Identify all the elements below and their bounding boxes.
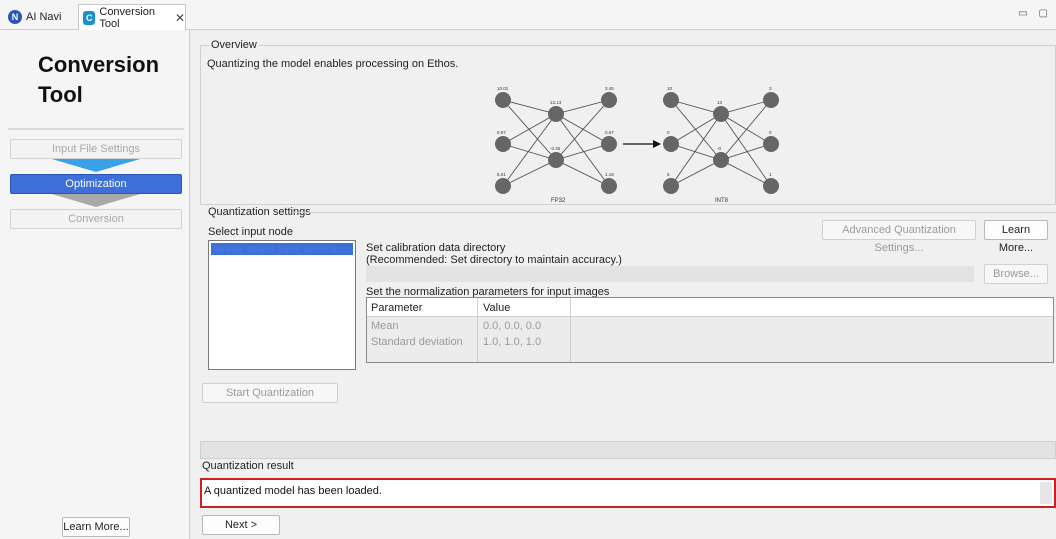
int8-value: 0 xyxy=(769,130,772,135)
step-arrow-icon xyxy=(52,194,140,207)
fp32-network-nodes xyxy=(495,92,617,194)
calibration-directory-input[interactable] xyxy=(366,266,974,282)
learn-more-button[interactable]: Learn More... xyxy=(984,220,1048,254)
input-node-item[interactable]: serving_default_input_tensor:0 xyxy=(211,243,353,255)
int8-value: -0 xyxy=(717,146,721,151)
next-button[interactable]: Next > xyxy=(202,515,280,535)
close-icon[interactable]: ✕ xyxy=(175,11,185,25)
sidebar: Conversion Tool Input File Settings Opti… xyxy=(0,30,190,539)
int8-value: 10 xyxy=(667,86,673,91)
sidebar-title: Conversion Tool xyxy=(38,50,159,110)
advanced-quantization-settings-button[interactable]: Advanced Quantization Settings... xyxy=(822,220,976,254)
param-name: Standard deviation xyxy=(371,336,463,348)
int8-value: 1 xyxy=(769,172,772,177)
tab-ai-navi[interactable]: N AI Navi xyxy=(8,6,61,28)
table-row[interactable]: Mean 0.0, 0.0, 0.0 xyxy=(367,318,1053,334)
int8-value: 0 xyxy=(667,130,670,135)
table-row[interactable]: Standard deviation 1.0, 1.0, 1.0 xyxy=(367,334,1053,350)
quantization-result-text: A quantized model has been loaded. xyxy=(204,485,382,497)
tab-label: Conversion Tool xyxy=(99,5,156,30)
int8-value: 3 xyxy=(769,86,772,91)
fp32-label: FP32 xyxy=(551,198,566,204)
fp32-value: 1.18 xyxy=(605,172,614,177)
overview-group: Overview Quantizing the model enables pr… xyxy=(200,39,1056,205)
sidebar-learn-more-button[interactable]: Learn More... xyxy=(62,517,130,537)
int8-network-nodes xyxy=(663,92,779,194)
quant-settings-divider xyxy=(294,212,1056,213)
step-conversion[interactable]: Conversion xyxy=(10,209,182,229)
param-value[interactable]: 0.0, 0.0, 0.0 xyxy=(483,318,541,334)
input-node-list[interactable]: serving_default_input_tensor:0 xyxy=(208,240,356,370)
main-panel: Overview Quantizing the model enables pr… xyxy=(194,30,1056,539)
step-optimization[interactable]: Optimization xyxy=(10,174,182,194)
tab-conversion-tool[interactable]: C Conversion Tool ✕ xyxy=(78,4,186,30)
step-input-file-settings[interactable]: Input File Settings xyxy=(10,139,182,159)
int8-value: 13 xyxy=(717,100,723,105)
param-name: Mean xyxy=(371,320,399,332)
normalization-table: Parameter Value Mean 0.0, 0.0, 0.0 Stand… xyxy=(366,297,1054,363)
calibration-label: Set calibration data directory xyxy=(366,242,506,254)
header-parameter: Parameter xyxy=(371,302,423,314)
quantization-diagram: 10.01 13.13 3.45 0.87 0.67 -0.45 5.01 1.… xyxy=(495,86,779,204)
fp32-value: 0.67 xyxy=(605,130,614,135)
arrow-right-icon xyxy=(623,140,661,148)
overview-description: Quantizing the model enables processing … xyxy=(207,58,459,70)
tab-bar: N AI Navi C Conversion Tool ✕ ▭ ▢ xyxy=(0,0,1056,30)
conversion-tool-icon: C xyxy=(83,10,96,25)
int8-label: INT8 xyxy=(715,198,729,204)
result-scrollbar[interactable] xyxy=(1040,482,1052,504)
step-arrow-icon xyxy=(52,159,140,172)
window-controls[interactable]: ▭ ▢ xyxy=(1018,8,1052,19)
select-input-node-label: Select input node xyxy=(208,226,294,238)
calibration-note: (Recommended: Set directory to maintain … xyxy=(366,254,622,266)
quantization-progress-bar xyxy=(200,441,1056,459)
fp32-value: 5.01 xyxy=(497,172,506,177)
fp32-value: 3.45 xyxy=(605,86,614,91)
param-value[interactable]: 1.0, 1.0, 1.0 xyxy=(483,334,541,350)
start-quantization-button[interactable]: Start Quantization xyxy=(202,383,338,403)
fp32-value: 10.01 xyxy=(497,86,509,91)
fp32-value: 0.87 xyxy=(497,130,506,135)
ai-navi-icon: N xyxy=(8,10,22,24)
sidebar-divider xyxy=(8,128,184,130)
fp32-value: -0.45 xyxy=(550,146,561,151)
header-value: Value xyxy=(483,302,511,314)
table-header-row: Parameter Value xyxy=(367,300,1053,317)
tab-label: AI Navi xyxy=(26,11,62,23)
int8-value: 5 xyxy=(667,172,670,177)
fp32-value: 13.13 xyxy=(550,100,562,105)
quantization-result-box: A quantized model has been loaded. xyxy=(200,478,1056,508)
overview-title: Overview xyxy=(209,39,259,51)
sidebar-title-line2: Tool xyxy=(38,82,83,107)
quantization-result-label: Quantization result xyxy=(202,460,294,472)
sidebar-title-line1: Conversion xyxy=(38,52,160,77)
browse-button[interactable]: Browse... xyxy=(984,264,1048,284)
